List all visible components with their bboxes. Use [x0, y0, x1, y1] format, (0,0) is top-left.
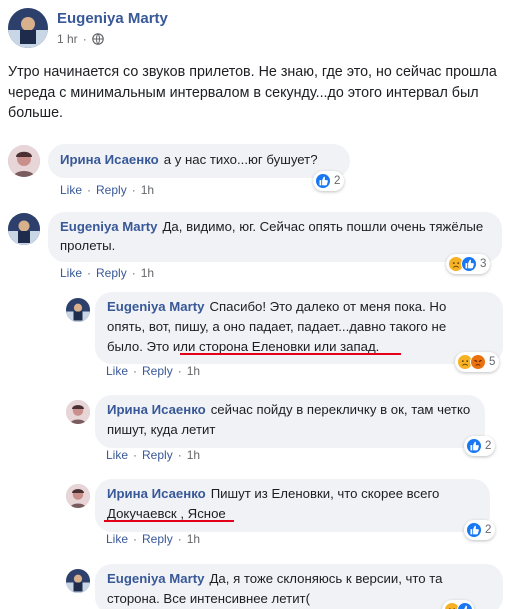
- like-reaction-icon: [315, 173, 331, 189]
- reaction-count: 5: [489, 356, 496, 368]
- reaction-summary[interactable]: 3: [446, 254, 491, 274]
- action-separator: ·: [177, 532, 182, 546]
- commenter-avatar[interactable]: [66, 484, 90, 508]
- globe-icon: [91, 33, 104, 45]
- reaction-count: 3: [480, 258, 487, 270]
- like-link[interactable]: Like: [60, 183, 82, 197]
- reaction-summary[interactable]: [442, 600, 474, 609]
- like-reaction-icon: [466, 438, 482, 454]
- comment-text-line: было. Это: [107, 339, 170, 354]
- action-separator: ·: [131, 266, 136, 280]
- comment-bubble: Ирина Исаенко а у нас тихо...юг бушует?: [48, 144, 350, 178]
- comment-text-line: опять, вот, пишу, а оно падает, падает..…: [107, 319, 447, 334]
- post-text: Утро начинается со звуков прилетов. Не з…: [8, 64, 497, 121]
- red-underline: [180, 353, 401, 355]
- action-separator: ·: [133, 448, 138, 462]
- action-separator: ·: [131, 183, 136, 197]
- reply-link[interactable]: Reply: [142, 364, 173, 378]
- reaction-count: 2: [334, 175, 341, 187]
- comment-actions: Like · Reply · 1h: [60, 183, 154, 197]
- comment-actions: Like · Reply · 1h: [106, 532, 200, 546]
- post-author-name[interactable]: Eugeniya Marty: [57, 10, 168, 27]
- action-separator: ·: [177, 448, 182, 462]
- underlined-text: Докучаевск , Ясное: [107, 506, 226, 521]
- comment-time[interactable]: 1h: [187, 448, 200, 462]
- post-meta: 1 hr ·: [57, 32, 104, 46]
- commenter-avatar[interactable]: [8, 213, 40, 245]
- comment-bubble: Ирина Исаенко сейчас пойду в перекличку в…: [95, 395, 485, 448]
- meta-separator: ·: [82, 32, 87, 46]
- comment-actions: Like · Reply · 1h: [60, 266, 154, 280]
- reply-link[interactable]: Reply: [142, 448, 173, 462]
- reaction-summary[interactable]: 2: [313, 171, 345, 191]
- comment-time[interactable]: 1h: [141, 183, 154, 197]
- angry-reaction-icon: [470, 354, 486, 370]
- underlined-text: или сторона Еленовки или запад.: [172, 339, 380, 354]
- comment-author[interactable]: Ирина Исаенко: [60, 152, 159, 167]
- comment-bubble: Ирина Исаенко Пишут из Еленовки, что скор…: [95, 479, 490, 532]
- commenter-avatar[interactable]: [8, 145, 40, 177]
- like-reaction-icon: [461, 256, 477, 272]
- commenter-avatar[interactable]: [66, 400, 90, 424]
- commenter-avatar[interactable]: [66, 569, 90, 593]
- comment-text-line: Пишут из Еленовки, что скорее всего: [210, 486, 440, 501]
- action-separator: ·: [177, 364, 182, 378]
- comment-bubble: Eugeniya Marty Да, видимо, юг. Сейчас опя…: [48, 212, 502, 262]
- red-underline: [104, 520, 234, 522]
- like-link[interactable]: Like: [106, 364, 128, 378]
- comment-author[interactable]: Eugeniya Marty: [107, 571, 204, 586]
- reaction-summary[interactable]: 5: [455, 352, 500, 372]
- comment-author[interactable]: Eugeniya Marty: [60, 219, 157, 234]
- action-separator: ·: [133, 532, 138, 546]
- reaction-count: 2: [485, 440, 492, 452]
- comment-time[interactable]: 1h: [187, 364, 200, 378]
- like-link[interactable]: Like: [60, 266, 82, 280]
- comment-author[interactable]: Ирина Исаенко: [107, 402, 206, 417]
- reply-link[interactable]: Reply: [96, 183, 127, 197]
- post-header: Eugeniya Marty 1 hr ·: [0, 0, 509, 52]
- comment-actions: Like · Reply · 1h: [106, 364, 200, 378]
- comment-bubble: Eugeniya Marty Да, я тоже склоняюсь к вер…: [95, 564, 503, 609]
- reaction-summary[interactable]: 2: [464, 520, 496, 540]
- commenter-avatar[interactable]: [66, 298, 90, 322]
- like-link[interactable]: Like: [106, 448, 128, 462]
- post-time[interactable]: 1 hr: [57, 32, 78, 46]
- reaction-summary[interactable]: 2: [464, 436, 496, 456]
- reply-link[interactable]: Reply: [142, 532, 173, 546]
- author-avatar[interactable]: [8, 8, 48, 48]
- like-reaction-icon: [457, 602, 473, 609]
- action-separator: ·: [87, 266, 92, 280]
- comment-text: а у нас тихо...юг бушует?: [163, 152, 318, 167]
- action-separator: ·: [133, 364, 138, 378]
- comment-text-line: Спасибо! Это далеко от меня пока. Но: [209, 299, 447, 314]
- comment-author[interactable]: Ирина Исаенко: [107, 486, 206, 501]
- reply-link[interactable]: Reply: [96, 266, 127, 280]
- comment-time[interactable]: 1h: [141, 266, 154, 280]
- reaction-count: 2: [485, 524, 492, 536]
- like-link[interactable]: Like: [106, 532, 128, 546]
- comment-time[interactable]: 1h: [187, 532, 200, 546]
- comment-author[interactable]: Eugeniya Marty: [107, 299, 204, 314]
- comment-actions: Like · Reply · 1h: [106, 448, 200, 462]
- action-separator: ·: [87, 183, 92, 197]
- like-reaction-icon: [466, 522, 482, 538]
